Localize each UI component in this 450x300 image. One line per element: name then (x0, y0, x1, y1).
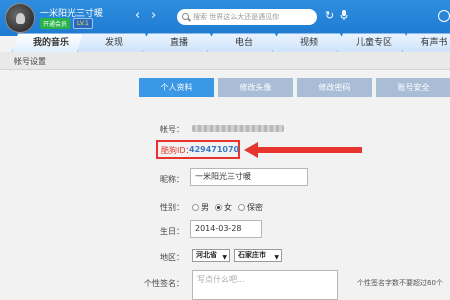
gender-options: 男 女 保密 (192, 202, 263, 213)
search-placeholder: 搜索 世界这么大还是遇见你 (193, 13, 280, 21)
top-bar: 一米阳光三寸暖 开通会员 LV.1 ‹ › 搜索 世界这么大还是遇见你 ↻ (0, 0, 450, 36)
tab-radio[interactable]: 电台 (207, 33, 281, 52)
chevron-down-icon: ▼ (274, 254, 279, 261)
gender-secret-option[interactable]: 保密 (238, 202, 263, 213)
region-label: 地区： (160, 253, 184, 262)
tab-audiobook[interactable]: 有声书 (402, 33, 450, 52)
main-tab-bar: 我的音乐 发现 直播 电台 视频 儿童专区 有声书 (0, 33, 450, 52)
skin-icon[interactable] (438, 10, 450, 22)
gender-male-option[interactable]: 男 (192, 202, 209, 213)
subtab-security[interactable]: 账号安全 (376, 78, 450, 97)
user-badges: 开通会员 LV.1 (40, 18, 93, 29)
tab-kids[interactable]: 儿童专区 (337, 33, 411, 52)
radio-secret[interactable] (238, 204, 245, 211)
birthday-label: 生日： (160, 227, 184, 236)
subtab-avatar[interactable]: 修改头像 (218, 78, 293, 97)
province-select[interactable]: 河北省 ▼ (192, 249, 230, 262)
refresh-icon[interactable]: ↻ (325, 9, 334, 22)
breadcrumb-row: 帐号设置 (0, 52, 450, 70)
level-badge[interactable]: LV.1 (73, 18, 93, 29)
back-arrow-icon[interactable]: ‹ (135, 8, 140, 23)
radio-female[interactable] (215, 204, 222, 211)
radio-male[interactable] (192, 204, 199, 211)
province-value: 河北省 (196, 251, 217, 259)
red-arrow-annotation (244, 142, 362, 158)
tab-live[interactable]: 直播 (142, 33, 216, 52)
signature-hint: 个性签名字数不要超过60个 (357, 279, 443, 287)
forward-arrow-icon[interactable]: › (151, 8, 156, 23)
gender-label: 性别： (160, 203, 184, 212)
tab-discover[interactable]: 发现 (77, 33, 151, 52)
search-icon (182, 13, 189, 20)
signature-textarea[interactable]: 写点什么吧... (192, 270, 338, 300)
search-input[interactable]: 搜索 世界这么大还是遇见你 (177, 9, 317, 25)
city-value: 石家庄市 (238, 251, 266, 259)
gender-female-option[interactable]: 女 (215, 202, 232, 213)
chevron-down-icon: ▼ (222, 254, 227, 261)
nickname-field[interactable]: 一米阳光三寸暖 (190, 168, 308, 186)
birthday-field[interactable]: 2014-03-28 (190, 220, 262, 238)
nickname-label: 昵称： (160, 175, 184, 184)
account-value-blurred (192, 125, 284, 132)
tab-video[interactable]: 视频 (272, 33, 346, 52)
breadcrumb: 帐号设置 (14, 57, 46, 66)
kugou-id-value: 429471070 (189, 145, 240, 154)
city-select[interactable]: 石家庄市 ▼ (234, 249, 282, 262)
settings-subtabs: 个人资料 修改头像 修改密码 账号安全 (139, 78, 450, 97)
avatar[interactable] (5, 3, 35, 33)
open-membership-badge[interactable]: 开通会员 (40, 18, 71, 29)
subtab-password[interactable]: 修改密码 (297, 78, 372, 97)
account-label: 帐号： (160, 125, 184, 134)
microphone-icon[interactable] (340, 10, 348, 24)
signature-label: 个性签名： (144, 279, 184, 288)
subtab-profile[interactable]: 个人资料 (139, 78, 214, 97)
